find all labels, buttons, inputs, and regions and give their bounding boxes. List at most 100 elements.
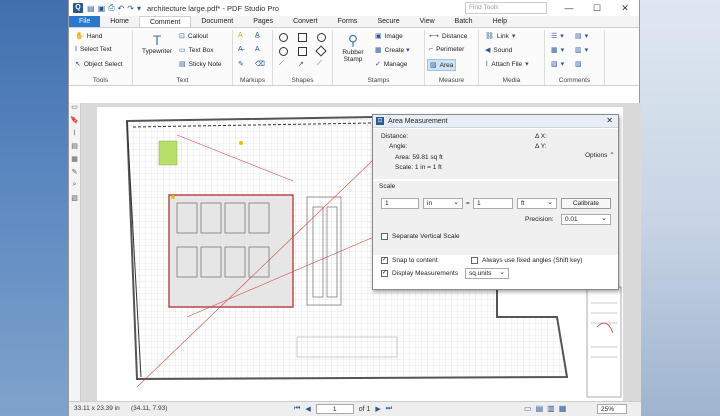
precision-select[interactable]: 0.01	[561, 214, 611, 225]
rubber-stamp-button[interactable]: ⚲ Rubber Stamp	[335, 32, 371, 63]
perimeter-tool[interactable]: ⌐ Perimeter	[429, 46, 464, 53]
attachments-icon[interactable]: ⌇	[69, 129, 80, 142]
tab-file[interactable]: File	[69, 16, 101, 27]
open-folder-icon[interactable]: ▤	[87, 4, 95, 13]
minimize-button[interactable]: —	[555, 0, 583, 16]
cloud-shape-icon[interactable]	[317, 33, 326, 42]
find-tools-input[interactable]: Find Tools	[465, 2, 547, 14]
ellipse-shape-icon[interactable]	[279, 47, 288, 56]
strikeout-tool[interactable]: A̶	[238, 46, 246, 53]
distance-tool[interactable]: ⟷ Distance	[429, 32, 467, 41]
underline-tool[interactable]: A̲	[255, 32, 263, 39]
zoom-select[interactable]: 25%	[597, 404, 627, 414]
facing-icon[interactable]: ▥	[547, 404, 555, 413]
manage-stamps-tool[interactable]: ✓ Manage	[375, 60, 407, 69]
hand-tool[interactable]: ✋ Hand	[75, 32, 102, 41]
arrow-tool[interactable]: ↗	[298, 60, 307, 68]
display-measurements-checkbox[interactable]: ✓	[381, 270, 388, 277]
tab-home[interactable]: Home	[100, 16, 139, 27]
text-box-tool[interactable]: ▭ Text Box	[179, 46, 214, 55]
sticky-note-tool[interactable]: ▤ Sticky Note	[179, 60, 222, 69]
layers-icon[interactable]: ▦	[69, 155, 80, 168]
tab-document[interactable]: Document	[191, 16, 243, 27]
scale-unit-select-1[interactable]: in	[423, 198, 463, 209]
export-icon: ▥	[575, 47, 582, 54]
area-tool[interactable]: ▨ Area	[427, 59, 457, 71]
tab-batch[interactable]: Batch	[445, 16, 483, 27]
bookmarks-icon[interactable]: 🔖	[69, 116, 80, 129]
attach-file-tool[interactable]: ⌇ Attach File ▾	[485, 60, 532, 69]
display-units-select[interactable]: sq units	[465, 268, 509, 279]
continuous-icon[interactable]: ▤	[536, 404, 544, 413]
square-shape-icon[interactable]	[298, 33, 307, 42]
comments-import-tool[interactable]: ▦ ▾	[551, 46, 567, 54]
eraser-tool[interactable]: ⌫	[255, 60, 268, 68]
snap-checkbox[interactable]: ✓	[381, 257, 388, 264]
comments-list-tool[interactable]: ☰ ▾	[551, 32, 567, 40]
calibrate-button[interactable]: Calibrate	[561, 198, 611, 209]
tab-comment[interactable]: Comment	[138, 16, 192, 27]
group-shapes: ⟋ ↗ ⟋ Shapes	[273, 30, 333, 85]
callout-tool[interactable]: ⊡ Callout	[179, 32, 208, 41]
create-stamp-dropdown[interactable]: ▦ Create ▾	[375, 46, 413, 55]
chevron-down-icon: ▾	[560, 61, 565, 68]
dialog-close-icon[interactable]: ✕	[606, 116, 613, 125]
polygon-shape-icon[interactable]	[315, 45, 327, 57]
sound-tool[interactable]: ◀ Sound	[485, 46, 512, 55]
pages-panel-icon[interactable]: ▭	[69, 103, 80, 116]
tab-forms[interactable]: Forms	[328, 16, 368, 27]
circle-shape-icon[interactable]	[279, 33, 288, 42]
redo-icon[interactable]: ↷	[127, 4, 134, 13]
tab-view[interactable]: View	[410, 16, 445, 27]
fit-width-icon[interactable]: ▦	[559, 404, 567, 413]
signatures-icon[interactable]: ✎	[69, 168, 80, 181]
content-panel-icon[interactable]: ▧	[69, 194, 80, 207]
single-page-icon[interactable]: ▭	[524, 404, 532, 413]
comments-filter-tool[interactable]: ▤ ▾	[575, 32, 591, 40]
squiggly-tool[interactable]: A	[255, 46, 263, 53]
close-button[interactable]: ✕	[611, 0, 639, 16]
link-tool[interactable]: ⛓ Link ▾	[485, 32, 518, 41]
select-text-tool[interactable]: I Select Text	[75, 46, 112, 53]
print-icon[interactable]: ⎙	[108, 3, 114, 13]
separate-vertical-label: Separate Vertical Scale	[392, 233, 460, 240]
comments-flatten-tool[interactable]: ▨	[575, 60, 585, 68]
undo-icon[interactable]: ↶	[118, 4, 125, 13]
image-stamp-tool[interactable]: ▣ Image	[375, 32, 403, 41]
pencil-tool[interactable]: ✎	[238, 60, 247, 68]
dialog-title-bar[interactable]: ⊡ Area Measurement ✕	[373, 115, 618, 128]
comments-summarize-tool[interactable]: ▧ ▾	[551, 60, 567, 68]
search-panel-icon[interactable]: ⌕	[69, 181, 80, 194]
previous-page-icon[interactable]: ◀	[305, 405, 310, 413]
tab-secure[interactable]: Secure	[367, 16, 409, 27]
tab-help[interactable]: Help	[483, 16, 517, 27]
rectangle-shape-icon[interactable]	[298, 47, 307, 56]
tab-pages[interactable]: Pages	[243, 16, 283, 27]
separate-vertical-checkbox[interactable]	[381, 233, 388, 240]
comments-export-tool[interactable]: ▥ ▾	[575, 46, 591, 54]
comments-panel-icon[interactable]: ▤	[69, 142, 80, 155]
next-page-icon[interactable]: ▶	[375, 405, 380, 413]
line-tool[interactable]: ⟋	[279, 60, 287, 68]
first-page-icon[interactable]: ⏮	[294, 405, 300, 413]
object-select-tool[interactable]: ↖ Object Select	[75, 60, 123, 69]
manage-icon: ✓	[375, 61, 381, 68]
typewriter-button[interactable]: T Typewriter	[137, 32, 177, 55]
tab-convert[interactable]: Convert	[283, 16, 328, 27]
maximize-button[interactable]: ☐	[583, 0, 611, 16]
save-icon[interactable]: ▣	[98, 4, 106, 13]
title-block	[586, 286, 622, 398]
scale-value-input-1[interactable]: 1	[381, 198, 419, 209]
fixed-angles-checkbox[interactable]	[471, 257, 478, 264]
flatten-icon: ▨	[575, 61, 582, 68]
highlight-tool[interactable]: A	[238, 32, 246, 39]
last-page-icon[interactable]: ⏭	[386, 405, 392, 413]
polyline-tool[interactable]: ⟋	[317, 60, 325, 68]
options-toggle[interactable]: Options ⌃	[585, 151, 615, 159]
core-area	[168, 194, 294, 308]
scale-unit-select-2[interactable]: ft	[517, 198, 557, 209]
page-number-input[interactable]: 1	[315, 404, 354, 414]
dropdown-icon[interactable]: ▾	[137, 4, 141, 13]
distance-label: Distance:	[381, 133, 409, 140]
scale-value-input-2[interactable]: 1	[473, 198, 513, 209]
